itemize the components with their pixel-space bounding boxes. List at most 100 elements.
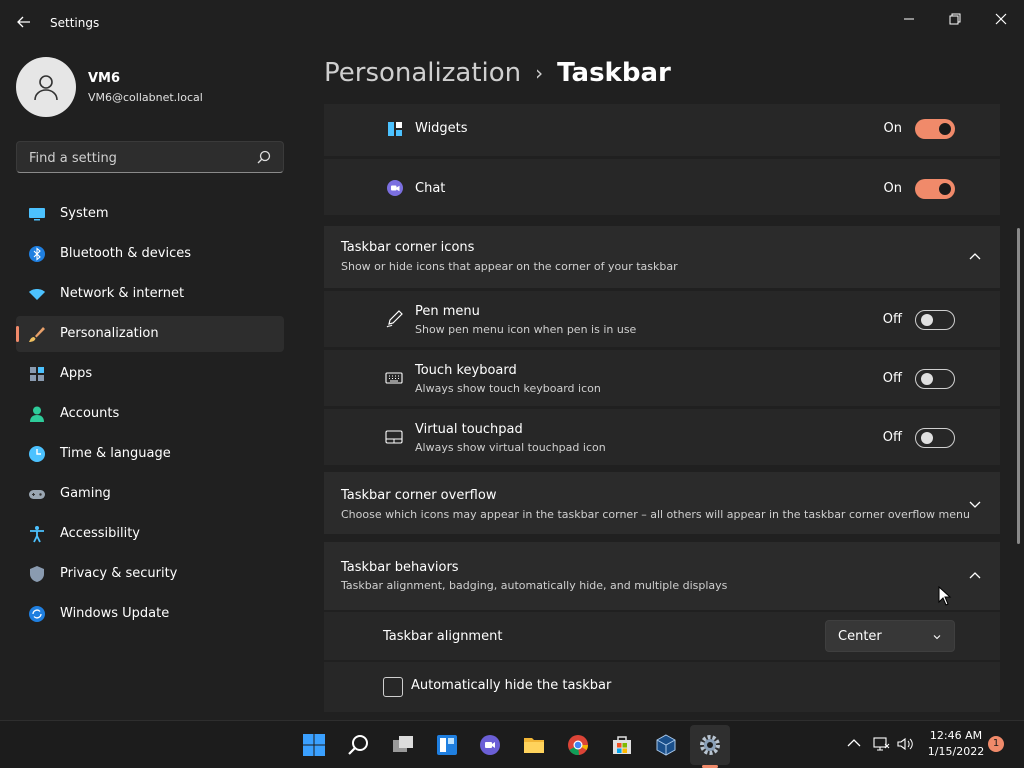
sidebar-item-gaming[interactable]: Gaming: [16, 476, 284, 512]
apps-icon: [30, 367, 44, 381]
sidebar-item-label: Gaming: [60, 486, 111, 501]
widgets-button[interactable]: [427, 725, 467, 765]
wifi-icon: [29, 289, 45, 300]
widgets-toggle[interactable]: [915, 119, 955, 139]
chevron-up-icon[interactable]: [968, 569, 982, 583]
toggle-knob: [939, 183, 951, 195]
file-explorer-button[interactable]: [514, 725, 554, 765]
chevron-down-icon[interactable]: [968, 497, 982, 511]
touch-keyboard-toggle[interactable]: [915, 369, 955, 389]
title-bar: Settings: [0, 0, 1024, 48]
back-button[interactable]: [14, 14, 34, 34]
corner-icons-header[interactable]: Taskbar corner icons Show or hide icons …: [324, 226, 1000, 288]
sidebar-item-label: Accessibility: [60, 526, 140, 541]
virtualbox-button[interactable]: [646, 725, 686, 765]
sidebar-item-personalization[interactable]: Personalization: [16, 316, 284, 352]
toggle-knob: [939, 123, 951, 135]
cube-icon: [656, 734, 676, 756]
sidebar-nav: System Bluetooth & devices Network & int…: [16, 196, 284, 636]
sidebar-item-windows-update[interactable]: Windows Update: [16, 596, 284, 632]
virtual-touchpad-toggle[interactable]: [915, 428, 955, 448]
back-arrow-icon: [17, 16, 30, 28]
restore-button[interactable]: [932, 6, 978, 36]
breadcrumb-parent[interactable]: Personalization: [324, 58, 521, 88]
virtual-touchpad-toggle-state: Off: [882, 430, 902, 445]
alignment-label: Taskbar alignment: [383, 629, 503, 644]
start-button[interactable]: [294, 725, 334, 765]
pen-menu-description: Show pen menu icon when pen is in use: [415, 323, 637, 336]
touch-keyboard-toggle-state: Off: [882, 371, 902, 386]
sidebar-item-system[interactable]: System: [16, 196, 284, 232]
network-icon[interactable]: [872, 735, 890, 753]
sidebar-item-bluetooth[interactable]: Bluetooth & devices: [16, 236, 284, 272]
restore-icon: [949, 13, 961, 25]
taskbar-search-button[interactable]: [339, 725, 379, 765]
sidebar-item-network[interactable]: Network & internet: [16, 276, 284, 312]
minimize-button[interactable]: [886, 6, 932, 36]
chat-icon: [480, 735, 500, 755]
minimize-icon: [904, 18, 914, 20]
chrome-button[interactable]: [558, 725, 598, 765]
chevron-down-icon: [933, 635, 941, 640]
sidebar-item-label: Privacy & security: [60, 566, 178, 581]
chat-button[interactable]: [470, 725, 510, 765]
store-button[interactable]: [602, 725, 642, 765]
alignment-value: Center: [838, 629, 882, 644]
pen-menu-toggle-state: Off: [882, 312, 902, 327]
folder-icon: [524, 738, 544, 753]
sidebar-item-accounts[interactable]: Accounts: [16, 396, 284, 432]
pen-menu-row: Pen menu Show pen menu icon when pen is …: [324, 291, 1000, 347]
widgets-icon: [437, 735, 457, 755]
notification-badge[interactable]: 1: [988, 736, 1004, 752]
toggle-knob: [921, 432, 933, 444]
sidebar-item-accessibility[interactable]: Accessibility: [16, 516, 284, 552]
touch-keyboard-row: Touch keyboard Always show touch keyboar…: [324, 350, 1000, 406]
search-box[interactable]: [16, 141, 284, 173]
toggle-knob: [921, 373, 933, 385]
gamepad-icon: [29, 490, 45, 499]
user-profile[interactable]: VM6 VM6@collabnet.local: [16, 57, 286, 117]
windows-taskbar: 12:46 AM 1/15/2022: [0, 720, 1024, 768]
accessibility-icon: [30, 526, 44, 543]
widgets-label: Widgets: [415, 121, 468, 136]
autohide-label: Automatically hide the taskbar: [411, 678, 612, 693]
autohide-checkbox[interactable]: [383, 677, 403, 697]
corner-overflow-title: Taskbar corner overflow: [341, 488, 497, 503]
chat-label: Chat: [415, 181, 446, 196]
bluetooth-icon: [29, 246, 45, 262]
alignment-dropdown[interactable]: Center: [825, 620, 955, 652]
sidebar-item-label: Personalization: [60, 326, 159, 341]
sidebar-item-apps[interactable]: Apps: [16, 356, 284, 392]
sidebar-item-label: Windows Update: [60, 606, 170, 621]
corner-icons-description: Show or hide icons that appear on the co…: [341, 260, 678, 273]
corner-overflow-header[interactable]: Taskbar corner overflow Choose which ico…: [324, 472, 1000, 534]
search-icon[interactable]: [255, 149, 273, 167]
profile-name: VM6: [88, 71, 121, 86]
behaviors-header[interactable]: Taskbar behaviors Taskbar alignment, bad…: [324, 542, 1000, 610]
close-button[interactable]: [978, 6, 1024, 36]
volume-icon[interactable]: [896, 735, 914, 753]
system-clock[interactable]: 12:46 AM 1/15/2022: [918, 728, 994, 760]
virtual-touchpad-description: Always show virtual touchpad icon: [415, 441, 606, 454]
mouse-cursor-icon: [938, 586, 952, 606]
task-view-button[interactable]: [383, 725, 423, 765]
pen-menu-toggle[interactable]: [915, 310, 955, 330]
corner-icons-title: Taskbar corner icons: [341, 240, 475, 255]
system-icon: [29, 208, 45, 221]
chat-toggle[interactable]: [915, 179, 955, 199]
sidebar-item-privacy[interactable]: Privacy & security: [16, 556, 284, 592]
scrollbar[interactable]: [1017, 228, 1020, 544]
behaviors-title: Taskbar behaviors: [341, 560, 459, 575]
settings-app-button[interactable]: [690, 725, 730, 765]
sidebar-item-time-language[interactable]: Time & language: [16, 436, 284, 472]
touch-keyboard-description: Always show touch keyboard icon: [415, 382, 601, 395]
autohide-row: Automatically hide the taskbar: [324, 662, 1000, 712]
chevron-up-icon[interactable]: [845, 735, 863, 753]
keyboard-icon: [385, 372, 403, 384]
brush-icon: [29, 327, 45, 342]
virtual-touchpad-label: Virtual touchpad: [415, 422, 523, 437]
sidebar-item-label: Bluetooth & devices: [60, 246, 191, 261]
task-view-icon: [393, 736, 413, 752]
search-input[interactable]: [27, 148, 247, 168]
chevron-up-icon[interactable]: [968, 250, 982, 264]
